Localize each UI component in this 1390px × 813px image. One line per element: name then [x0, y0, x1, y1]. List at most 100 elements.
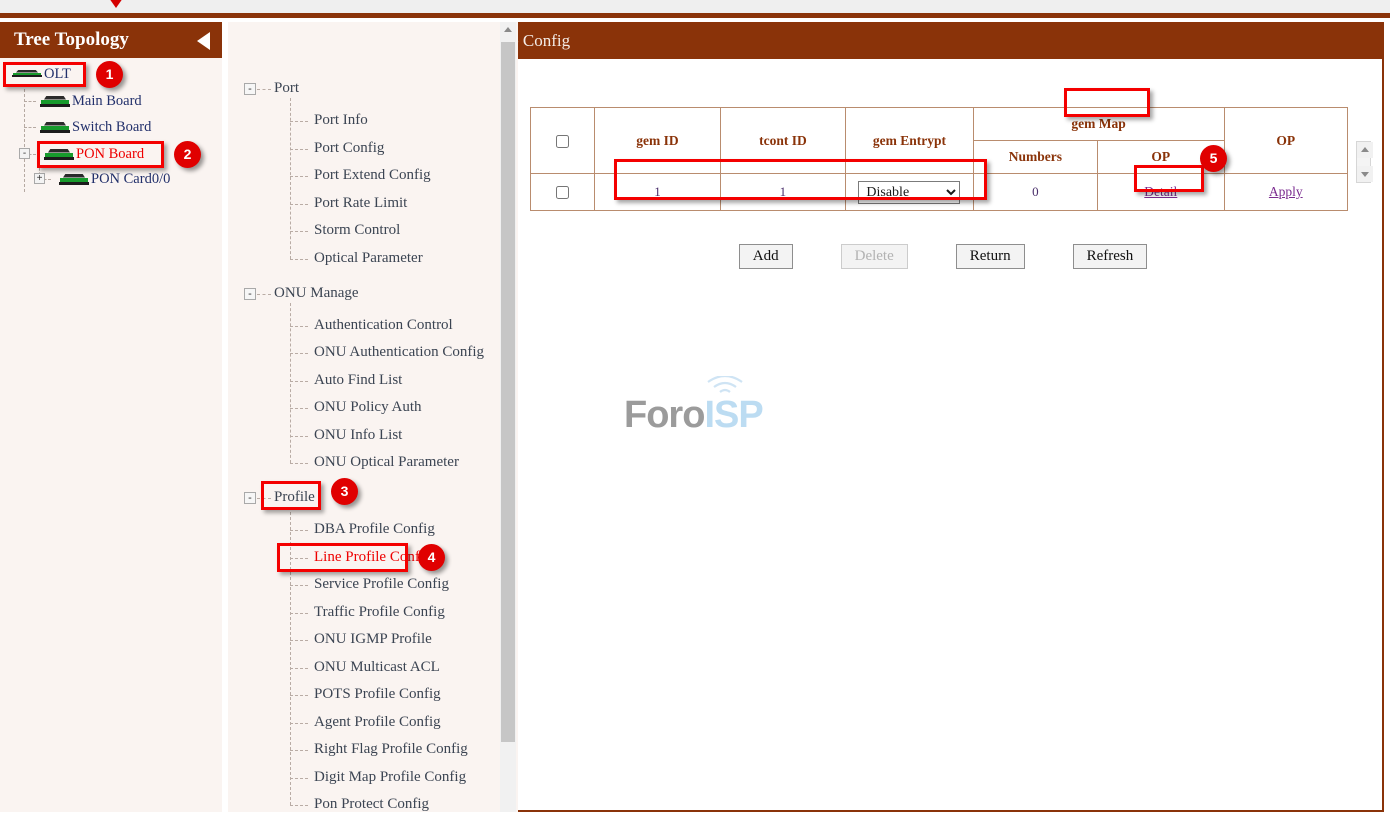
triangle-left-icon[interactable]: [197, 32, 210, 50]
tree-node-label: PON Card0/0: [91, 171, 170, 188]
tree-expander-pon-card[interactable]: +: [34, 173, 45, 184]
nav-item-onu-info-list[interactable]: ONU Info List: [314, 427, 402, 444]
nav-connector-tick: [290, 436, 308, 437]
pointer-down-arrow-icon: [104, 0, 128, 8]
nav-group-expander-profile[interactable]: -: [244, 492, 256, 504]
header-op: OP: [1224, 108, 1347, 174]
cell-gem-map-numbers: 0: [973, 174, 1097, 211]
tree-node-switch-board[interactable]: Switch Board: [40, 117, 151, 137]
nav-scrollbar[interactable]: [500, 22, 516, 812]
nav-group-onu-manage[interactable]: ONU Manage: [274, 285, 359, 302]
nav-item-port-info[interactable]: Port Info: [314, 112, 368, 129]
nav-connector-tick: [290, 558, 308, 559]
return-button[interactable]: Return: [956, 244, 1025, 269]
nav-connector-line: [290, 98, 291, 259]
row-checkbox[interactable]: [556, 186, 569, 199]
select-all-checkbox[interactable]: [556, 135, 569, 148]
nav-item-port-rate-limit[interactable]: Port Rate Limit: [314, 195, 407, 212]
device-board-icon: [44, 149, 74, 160]
nav-connector-tick: [290, 668, 308, 669]
tree-topology-header: Tree Topology: [0, 22, 222, 58]
nav-item-onu-igmp-profile[interactable]: ONU IGMP Profile: [314, 631, 432, 648]
scroll-up-icon[interactable]: [500, 22, 516, 38]
device-flat-icon: [12, 69, 42, 80]
nav-item-port-config[interactable]: Port Config: [314, 140, 384, 157]
tree-node-label: Main Board: [72, 93, 142, 110]
tree-connector-tick: [24, 101, 36, 102]
nav-item-authentication-control[interactable]: Authentication Control: [314, 317, 453, 334]
nav-group-expander-onu-manage[interactable]: -: [244, 288, 256, 300]
tree-connector-tick: [24, 127, 36, 128]
top-strip: [0, 0, 1390, 13]
header-tcont-id: tcont ID: [720, 108, 845, 174]
nav-item-storm-control[interactable]: Storm Control: [314, 222, 400, 239]
watermark-text-primary: Foro: [624, 394, 704, 436]
cell-op: Apply: [1224, 174, 1347, 211]
tree-topology-panel: Tree Topology OLT Main Board Switch Boar…: [0, 22, 222, 812]
tree-node-pon-board[interactable]: PON Board: [44, 144, 144, 164]
tree-node-label: Switch Board: [72, 119, 151, 136]
cell-gem-id: 1: [595, 174, 720, 211]
cell-gem-entrypt: Disable Enable: [846, 174, 973, 211]
nav-connector-tick: [290, 640, 308, 641]
nav-connector-tick: [257, 498, 271, 499]
apply-link[interactable]: Apply: [1269, 184, 1303, 199]
header-gem-map-op: OP: [1098, 141, 1224, 174]
nav-item-optical-parameter[interactable]: Optical Parameter: [314, 250, 423, 267]
nav-item-dba-profile-config[interactable]: DBA Profile Config: [314, 521, 435, 538]
nav-item-auto-find-list[interactable]: Auto Find List: [314, 372, 402, 389]
nav-connector-tick: [257, 294, 271, 295]
foroisp-watermark: ForoISP: [624, 394, 774, 446]
nav-connector-tick: [290, 176, 308, 177]
nav-connector-line: [290, 507, 291, 805]
row-select-cell: [531, 174, 595, 211]
tree-node-pon-card[interactable]: PON Card0/0: [59, 169, 170, 189]
nav-group-profile[interactable]: Profile: [274, 489, 315, 506]
nav-connector-tick: [290, 613, 308, 614]
nav-item-onu-authentication-config[interactable]: ONU Authentication Config: [314, 344, 484, 361]
line-profile-table: gem ID tcont ID gem Entrypt gem Map OP N…: [530, 107, 1348, 211]
nav-item-agent-profile-config[interactable]: Agent Profile Config: [314, 714, 441, 731]
nav-item-onu-optical-parameter[interactable]: ONU Optical Parameter: [314, 454, 459, 471]
nav-connector-tick: [290, 695, 308, 696]
nav-item-pots-profile-config[interactable]: POTS Profile Config: [314, 686, 441, 703]
scroll-up-icon[interactable]: [1357, 142, 1373, 158]
scroll-down-icon[interactable]: [1357, 166, 1373, 182]
table-header-row: gem ID tcont ID gem Entrypt gem Map OP: [531, 108, 1348, 141]
nav-connector-tick: [290, 231, 308, 232]
detail-link[interactable]: Detail: [1144, 184, 1177, 199]
nav-item-onu-policy-auth[interactable]: ONU Policy Auth: [314, 399, 422, 416]
header-gem-map-numbers: Numbers: [973, 141, 1097, 174]
nav-item-pon-protect-config[interactable]: Pon Protect Config: [314, 796, 429, 813]
nav-connector-line: [290, 303, 291, 464]
top-divider-rule: [0, 13, 1390, 18]
device-board-icon: [40, 122, 70, 133]
tree-node-olt[interactable]: OLT: [12, 64, 71, 84]
nav-group-port[interactable]: Port: [274, 80, 299, 97]
nav-item-right-flag-profile-config[interactable]: Right Flag Profile Config: [314, 741, 468, 758]
gem-entrypt-select[interactable]: Disable Enable: [858, 181, 960, 204]
tree-node-label: PON Board: [76, 146, 144, 163]
nav-connector-tick: [290, 723, 308, 724]
nav-item-traffic-profile-config[interactable]: Traffic Profile Config: [314, 604, 445, 621]
nav-item-line-profile-config[interactable]: Line Profile Config: [314, 549, 431, 566]
refresh-button[interactable]: Refresh: [1073, 244, 1148, 269]
nav-connector-tick: [290, 353, 308, 354]
antenna-tower-icon: [702, 376, 748, 406]
nav-item-port-extend-config[interactable]: Port Extend Config: [314, 167, 431, 184]
nav-connector-tick: [257, 89, 271, 90]
tree-node-main-board[interactable]: Main Board: [40, 91, 142, 111]
device-board-icon: [40, 96, 70, 107]
nav-connector-tick: [290, 805, 308, 806]
nav-item-digit-map-profile-config[interactable]: Digit Map Profile Config: [314, 769, 466, 786]
nav-connector-tick: [290, 149, 308, 150]
table-row-scrollbar[interactable]: [1356, 141, 1371, 183]
nav-group-expander-port[interactable]: -: [244, 83, 256, 95]
nav-scrollbar-thumb[interactable]: [501, 42, 515, 742]
header-gem-entrypt: gem Entrypt: [846, 108, 973, 174]
cell-tcont-id: 1: [720, 174, 845, 211]
nav-item-service-profile-config[interactable]: Service Profile Config: [314, 576, 449, 593]
add-button[interactable]: Add: [739, 244, 793, 269]
nav-item-onu-multicast-acl[interactable]: ONU Multicast ACL: [314, 659, 440, 676]
tree-expander-pon-board[interactable]: -: [19, 148, 30, 159]
